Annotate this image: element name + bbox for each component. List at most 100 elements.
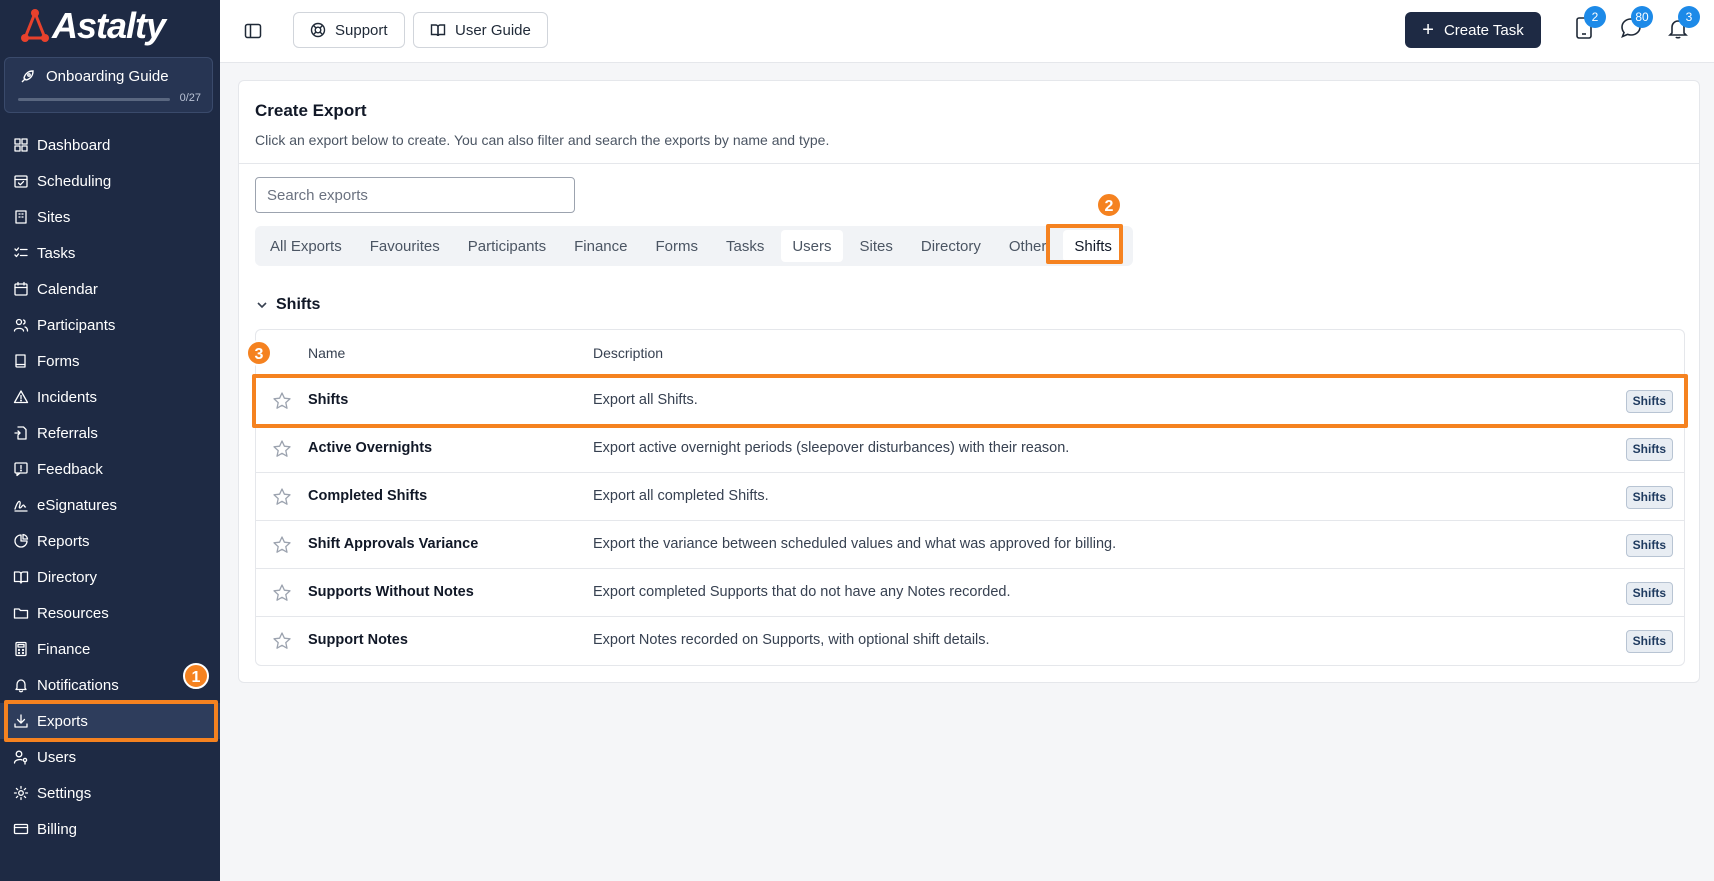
- step-3-marker: 3: [246, 340, 272, 366]
- plus-icon: +: [1422, 19, 1434, 41]
- sidebar-item-label: Participants: [37, 316, 116, 334]
- star-icon[interactable]: [272, 391, 292, 411]
- export-type-tag: Shifts: [1625, 630, 1673, 653]
- sidebar-item-directory[interactable]: Directory: [0, 559, 220, 595]
- onboarding-count: 0/27: [179, 92, 201, 104]
- table-row[interactable]: Shift Approvals Variance Export the varia…: [256, 521, 1684, 569]
- user-key-icon: [13, 750, 28, 765]
- star-icon[interactable]: [272, 439, 292, 459]
- users-icon: [13, 318, 29, 332]
- open-book-icon: [13, 571, 29, 584]
- sidebar-item-label: Incidents: [37, 388, 98, 406]
- page-subtitle: Click an export below to create. You can…: [255, 132, 830, 148]
- tab-favourites[interactable]: Favourites: [359, 230, 451, 262]
- sidebar-item-label: Dashboard: [37, 136, 111, 154]
- sidebar-item-exports[interactable]: Exports: [0, 703, 220, 739]
- sidebar-item-incidents[interactable]: Incidents: [0, 379, 220, 415]
- rocket-icon: [21, 70, 34, 83]
- sidebar-item-dashboard[interactable]: Dashboard: [0, 127, 220, 163]
- tab-users[interactable]: Users: [781, 230, 843, 262]
- support-button[interactable]: Support: [293, 12, 405, 48]
- shifts-section-header[interactable]: Shifts: [255, 296, 320, 314]
- export-name: Support Notes: [308, 632, 408, 648]
- sidebar-item-label: Tasks: [37, 244, 76, 262]
- tab-forms[interactable]: Forms: [644, 230, 709, 262]
- sidebar-item-label: eSignatures: [37, 496, 118, 514]
- building-icon: [15, 210, 27, 224]
- page-title: Create Export: [255, 101, 367, 120]
- sidebar-item-sites[interactable]: Sites: [0, 199, 220, 235]
- exports-table: Name Description Shifts Export all Shifts…: [255, 329, 1685, 666]
- tab-sites[interactable]: Sites: [849, 230, 904, 262]
- table-row[interactable]: Supports Without Notes Export completed S…: [256, 569, 1684, 617]
- export-description: Export active overnight periods (sleepov…: [593, 440, 1070, 456]
- search-exports-input[interactable]: [255, 177, 575, 213]
- messages-badge: 80: [1631, 6, 1653, 28]
- table-header: Name Description: [256, 330, 1684, 377]
- export-name: Supports Without Notes: [308, 584, 474, 600]
- sidebar-item-users[interactable]: Users: [0, 739, 220, 775]
- tab-participants[interactable]: Participants: [457, 230, 557, 262]
- sidebar-item-feedback[interactable]: Feedback: [0, 451, 220, 487]
- sidebar-item-settings[interactable]: Settings: [0, 775, 220, 811]
- signature-icon: [14, 500, 28, 512]
- sidebar-item-referrals[interactable]: Referrals: [0, 415, 220, 451]
- book-open-icon: [430, 24, 446, 37]
- sidebar-item-scheduling[interactable]: Scheduling: [0, 163, 220, 199]
- star-icon[interactable]: [272, 583, 292, 603]
- sidebar-item-tasks[interactable]: Tasks: [0, 235, 220, 271]
- export-description: Export Notes recorded on Supports, with …: [593, 632, 990, 648]
- create-task-button[interactable]: + Create Task: [1405, 12, 1541, 48]
- create-export-card: Create Export Click an export below to c…: [238, 80, 1700, 683]
- logo-mark-icon: [21, 9, 49, 42]
- export-description: Export all completed Shifts.: [593, 488, 769, 504]
- messages-button[interactable]: 80: [1619, 6, 1653, 42]
- column-header-description: Description: [593, 345, 664, 361]
- sidebar-item-forms[interactable]: Forms: [0, 343, 220, 379]
- user-guide-button[interactable]: User Guide: [413, 12, 548, 48]
- sidebar: Astalty Onboarding Guide 0/27 Dashboard S…: [0, 0, 220, 881]
- sidebar-item-esignatures[interactable]: eSignatures: [0, 487, 220, 523]
- tab-shifts[interactable]: Shifts: [1063, 230, 1123, 262]
- export-description: Export the variance between scheduled va…: [593, 536, 1117, 552]
- export-description: Export all Shifts.: [593, 392, 698, 408]
- table-row[interactable]: Support Notes Export Notes recorded on Su…: [256, 617, 1684, 665]
- lifebuoy-icon: [310, 22, 326, 38]
- export-name: Shift Approvals Variance: [308, 536, 479, 552]
- star-icon[interactable]: [272, 535, 292, 555]
- sidebar-item-billing[interactable]: Billing: [0, 811, 220, 847]
- sidebar-item-calendar[interactable]: Calendar: [0, 271, 220, 307]
- tab-all-exports[interactable]: All Exports: [259, 230, 353, 262]
- export-name: Completed Shifts: [308, 488, 428, 504]
- step-1-marker: 1: [183, 663, 209, 689]
- star-icon[interactable]: [272, 631, 292, 651]
- export-type-tag: Shifts: [1625, 486, 1673, 509]
- sidebar-item-participants[interactable]: Participants: [0, 307, 220, 343]
- tablet-button[interactable]: 2: [1572, 6, 1606, 42]
- pie-chart-icon: [14, 533, 29, 548]
- calendar-icon: [14, 281, 28, 296]
- export-name: Shifts: [308, 392, 349, 408]
- notifications-button[interactable]: 3: [1666, 6, 1700, 42]
- export-type-tag: Shifts: [1625, 534, 1673, 557]
- sidebar-toggle-icon[interactable]: [244, 22, 262, 40]
- sidebar-item-label: Exports: [37, 712, 88, 730]
- onboarding-guide[interactable]: Onboarding Guide 0/27: [4, 57, 213, 113]
- tab-directory[interactable]: Directory: [910, 230, 992, 262]
- gear-icon: [13, 785, 29, 801]
- tab-finance[interactable]: Finance: [563, 230, 638, 262]
- sidebar-item-resources[interactable]: Resources: [0, 595, 220, 631]
- table-row[interactable]: Active Overnights Export active overnight…: [256, 425, 1684, 473]
- credit-card-icon: [13, 823, 29, 835]
- sidebar-item-reports[interactable]: Reports: [0, 523, 220, 559]
- table-row[interactable]: Completed Shifts Export all completed Shi…: [256, 473, 1684, 521]
- calculator-icon: [15, 641, 27, 657]
- astalty-logo[interactable]: Astalty: [20, 6, 166, 46]
- sidebar-item-finance[interactable]: Finance: [0, 631, 220, 667]
- table-row[interactable]: Shifts Export all Shifts. Shifts: [256, 377, 1684, 425]
- tab-other[interactable]: Other: [998, 230, 1058, 262]
- download-icon: [14, 714, 28, 728]
- tab-tasks[interactable]: Tasks: [715, 230, 775, 262]
- export-type-tag: Shifts: [1625, 438, 1673, 461]
- star-icon[interactable]: [272, 487, 292, 507]
